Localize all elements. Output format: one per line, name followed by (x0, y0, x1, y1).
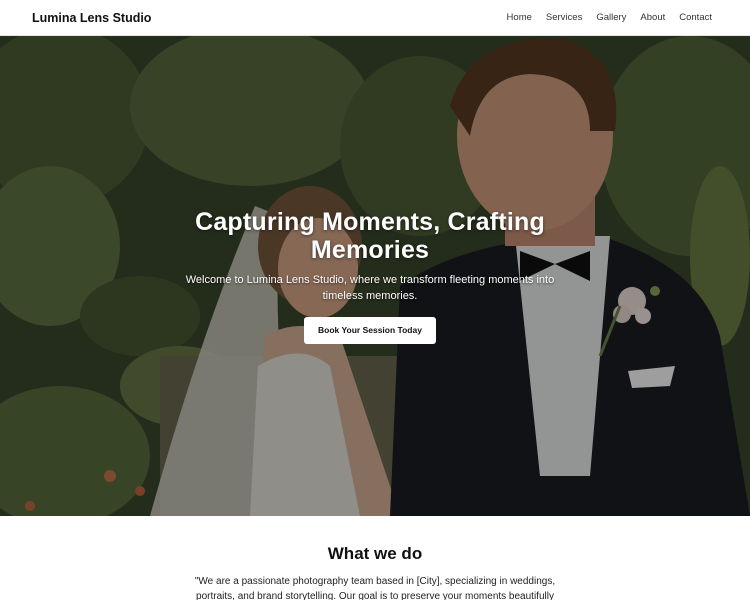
nav-link-gallery[interactable]: Gallery (596, 12, 626, 23)
hero-title: Capturing Moments, Crafting Memories (150, 208, 590, 264)
navbar: Lumina Lens Studio Home Services Gallery… (0, 0, 750, 36)
nav-link-contact[interactable]: Contact (679, 12, 712, 23)
nav-link-home[interactable]: Home (507, 12, 532, 23)
hero-section: Capturing Moments, Crafting Memories Wel… (0, 36, 750, 516)
hero-content: Capturing Moments, Crafting Memories Wel… (150, 208, 590, 344)
hero-subtitle: Welcome to Lumina Lens Studio, where we … (185, 274, 555, 302)
hero-title-line2: Memories (310, 236, 430, 264)
nav-link-services[interactable]: Services (546, 12, 582, 23)
brand-logo[interactable]: Lumina Lens Studio (32, 11, 151, 25)
section-text: "We are a passionate photography team ba… (194, 576, 556, 600)
section-title: What we do (327, 544, 423, 563)
nav-link-about[interactable]: About (640, 12, 665, 23)
what-we-do-section: What we do "We are a passionate photogra… (0, 516, 750, 600)
nav-links: Home Services Gallery About Contact (507, 12, 712, 23)
book-session-button[interactable]: Book Your Session Today (304, 317, 436, 344)
hero-title-line1: Capturing Moments, Crafting (195, 208, 545, 236)
